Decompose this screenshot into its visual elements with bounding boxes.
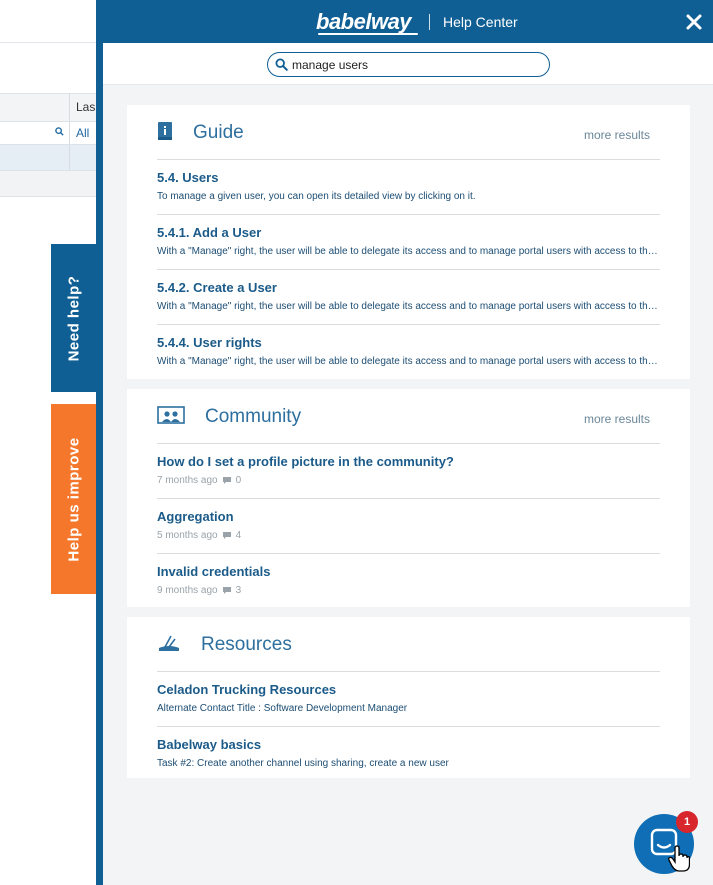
resources-section: Resources Celadon Trucking Resources Alt… — [127, 617, 690, 778]
community-icon — [157, 406, 185, 424]
search-area — [103, 43, 713, 85]
list-item[interactable]: 5.4. Users To manage a given user, you c… — [157, 159, 660, 214]
comment-count: 0 — [235, 475, 242, 486]
resources-title: Resources — [201, 634, 292, 655]
help-center-panel: babelway Help Center Guide mo — [96, 0, 713, 885]
search-icon[interactable] — [55, 127, 64, 136]
resource-item-desc: Alternate Contact Title : Software Devel… — [157, 703, 408, 714]
resource-item-title[interactable]: Celadon Trucking Resources — [157, 682, 336, 697]
guide-item-title[interactable]: 5.4.1. Add a User — [157, 225, 261, 240]
list-item[interactable]: Celadon Trucking Resources Alternate Con… — [157, 671, 660, 726]
list-item[interactable]: Aggregation 5 months ago 4 — [157, 498, 660, 553]
book-icon — [158, 122, 172, 140]
need-help-label: Need help? — [65, 275, 83, 361]
comment-count: 4 — [235, 530, 242, 541]
community-title: Community — [205, 406, 302, 427]
community-more-results-link[interactable]: more results — [584, 412, 650, 426]
community-header: Community more results — [127, 389, 690, 443]
column-separator — [69, 94, 70, 121]
background-topbar — [0, 0, 100, 43]
resources-header: Resources — [127, 617, 690, 671]
search-box[interactable] — [267, 52, 550, 77]
search-icon — [275, 58, 288, 71]
list-item[interactable]: Babelway basics Task #2: Create another … — [157, 726, 660, 781]
hand-cursor-icon — [668, 845, 690, 872]
comment-count: 3 — [235, 585, 242, 596]
guide-item-desc: With a "Manage" right, the user will be … — [157, 301, 659, 312]
logo-swoosh — [318, 33, 418, 35]
background-toolbar — [0, 43, 100, 93]
resource-item-desc: Task #2: Create another channel using sh… — [157, 758, 449, 769]
post-age: 9 months ago — [157, 585, 218, 596]
swiss-knife-icon — [159, 635, 179, 651]
guide-item-desc: With a "Manage" right, the user will be … — [157, 356, 659, 367]
table-row[interactable] — [0, 145, 100, 171]
community-item-title[interactable]: How do I set a profile picture in the co… — [157, 454, 454, 469]
comment-icon — [222, 532, 231, 539]
post-age: 7 months ago — [157, 475, 218, 486]
comment-icon — [222, 587, 231, 594]
list-item[interactable]: 5.4.1. Add a User With a "Manage" right,… — [157, 214, 660, 269]
guide-item-title[interactable]: 5.4. Users — [157, 170, 218, 185]
resource-item-title[interactable]: Babelway basics — [157, 737, 261, 752]
list-item[interactable]: 5.4.4. User rights With a "Manage" right… — [157, 324, 660, 379]
table-row[interactable] — [0, 171, 100, 197]
table-header: Las — [0, 93, 100, 122]
comment-icon — [222, 477, 231, 484]
guide-item-desc: With a "Manage" right, the user will be … — [157, 246, 659, 257]
help-us-improve-tab[interactable]: Help us improve — [51, 404, 97, 594]
guide-item-desc: To manage a given user, you can open its… — [157, 191, 476, 202]
list-item[interactable]: Invalid credentials 9 months ago 3 — [157, 553, 660, 608]
community-item-meta: 5 months ago 4 — [157, 530, 241, 541]
table-filter-row: All — [0, 122, 100, 145]
column-separator — [69, 122, 70, 144]
community-item-meta: 9 months ago 3 — [157, 585, 241, 596]
filter-all[interactable]: All — [76, 126, 89, 140]
notification-badge: 1 — [676, 811, 698, 833]
panel-title: Help Center — [443, 14, 518, 30]
list-item[interactable]: How do I set a profile picture in the co… — [157, 443, 660, 498]
column-header-last[interactable]: Las — [76, 100, 95, 114]
search-input[interactable] — [292, 56, 542, 73]
panel-header: babelway Help Center — [103, 0, 713, 43]
community-section: Community more results How do I set a pr… — [127, 389, 690, 607]
guide-item-title[interactable]: 5.4.2. Create a User — [157, 280, 277, 295]
need-help-tab[interactable]: Need help? — [51, 244, 97, 392]
community-item-title[interactable]: Invalid credentials — [157, 564, 270, 579]
community-item-meta: 7 months ago 0 — [157, 475, 241, 486]
column-separator — [69, 145, 70, 170]
guide-item-title[interactable]: 5.4.4. User rights — [157, 335, 262, 350]
help-us-improve-label: Help us improve — [65, 436, 83, 562]
guide-section: Guide more results 5.4. Users To manage … — [127, 105, 690, 379]
list-item[interactable]: 5.4.2. Create a User With a "Manage" rig… — [157, 269, 660, 324]
post-age: 5 months ago — [157, 530, 218, 541]
header-divider — [429, 14, 430, 30]
guide-title: Guide — [193, 122, 244, 143]
guide-header: Guide more results — [127, 105, 690, 159]
community-item-title[interactable]: Aggregation — [157, 509, 234, 524]
babelway-logo: babelway — [316, 9, 412, 34]
guide-more-results-link[interactable]: more results — [584, 128, 650, 142]
close-icon[interactable] — [685, 13, 703, 31]
